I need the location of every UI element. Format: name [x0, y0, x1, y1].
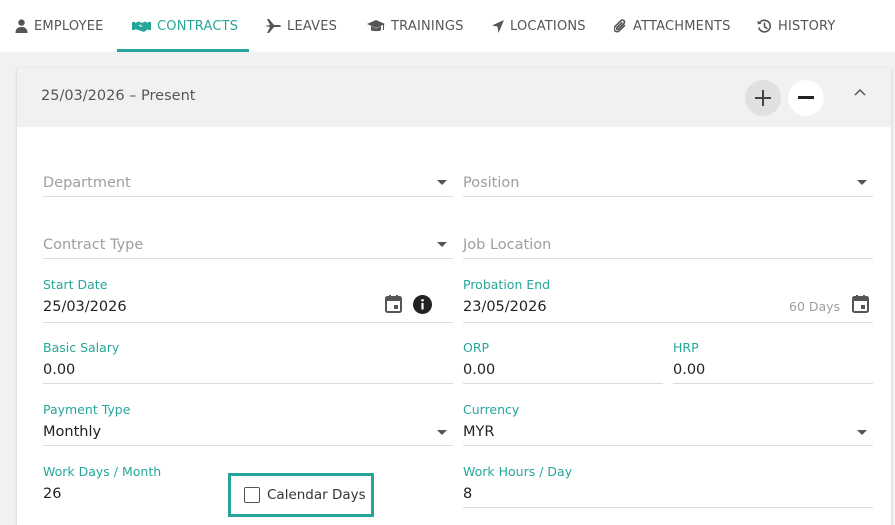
job-location-placeholder: Job Location [463, 237, 552, 253]
work-hours-underline [463, 507, 873, 508]
basic-salary-value: 0.00 [43, 362, 76, 378]
currency-caret-icon [857, 430, 867, 435]
checkbox-box[interactable] [244, 487, 260, 503]
tab-employee[interactable]: EMPLOYEE [15, 0, 104, 52]
position-placeholder: Position [463, 175, 520, 191]
contract-type-select[interactable]: Contract Type [43, 237, 453, 259]
contract-period: 25/03/2026 – Present [41, 88, 196, 104]
department-underline [43, 196, 453, 197]
handshake-icon [132, 21, 151, 32]
collapse-button[interactable] [850, 82, 870, 102]
tab-leaves-label: LEAVES [287, 18, 338, 34]
start-date-underline [43, 322, 453, 323]
tab-locations-label: LOCATIONS [510, 18, 586, 34]
work-hours-field[interactable]: Work Hours / Day 8 [463, 464, 873, 508]
department-select[interactable]: Department [43, 175, 453, 197]
tab-employee-label: EMPLOYEE [34, 18, 104, 34]
contract-card: 25/03/2026 – Present Department Position… [17, 68, 891, 525]
tab-attachments[interactable]: ATTACHMENTS [614, 0, 731, 52]
calendar-days-checkbox[interactable]: Calendar Days [228, 473, 374, 517]
probation-end-label: Probation End [463, 277, 551, 292]
probation-end-field[interactable]: Probation End 23/05/2026 60 Days [463, 277, 873, 323]
hrp-value: 0.00 [673, 362, 706, 378]
person-icon [15, 19, 28, 33]
remove-contract-button[interactable] [788, 80, 824, 116]
payment-type-select[interactable]: Payment Type Monthly [43, 402, 453, 446]
probation-end-value: 23/05/2026 [463, 299, 547, 315]
plus-icon [755, 90, 771, 106]
paperclip-icon [614, 18, 626, 32]
work-days-label: Work Days / Month [43, 464, 162, 479]
probation-days-badge: 60 Days [789, 299, 841, 314]
department-caret-icon [437, 180, 447, 185]
basic-salary-field[interactable]: Basic Salary 0.00 [43, 340, 453, 384]
tab-locations[interactable]: LOCATIONS [492, 0, 586, 52]
hrp-field[interactable]: HRP 0.00 [673, 340, 873, 384]
probation-end-underline [463, 322, 873, 323]
contract-type-underline [43, 258, 453, 259]
payment-type-value: Monthly [43, 424, 102, 440]
location-arrow-icon [492, 19, 504, 33]
contract-type-caret-icon [437, 242, 447, 247]
tab-trainings[interactable]: TRAININGS [367, 0, 464, 52]
orp-label: ORP [463, 340, 490, 355]
minus-icon [798, 96, 814, 99]
position-underline [463, 196, 873, 197]
tab-bar: EMPLOYEE CONTRACTS LEAVES TRAININGS LOCA… [0, 0, 895, 52]
basic-salary-underline [43, 383, 453, 384]
tab-history-label: HISTORY [778, 18, 836, 34]
job-location-underline [463, 258, 873, 259]
work-hours-value: 8 [463, 486, 473, 502]
hrp-underline [673, 383, 873, 384]
department-placeholder: Department [43, 175, 131, 191]
basic-salary-label: Basic Salary [43, 340, 120, 355]
tab-contracts-label: CONTRACTS [157, 18, 239, 34]
tab-history[interactable]: HISTORY [757, 0, 836, 52]
work-days-field[interactable]: Work Days / Month 26 [43, 464, 223, 508]
position-select[interactable]: Position [463, 175, 873, 197]
airplane-icon [265, 19, 281, 33]
work-hours-label: Work Hours / Day [463, 464, 573, 479]
work-days-value: 26 [43, 486, 62, 502]
payment-type-underline [43, 445, 453, 446]
chevron-up-icon [854, 88, 866, 96]
position-caret-icon [857, 180, 867, 185]
currency-select[interactable]: Currency MYR [463, 402, 873, 446]
start-date-value: 25/03/2026 [43, 299, 127, 315]
tab-attachments-label: ATTACHMENTS [633, 18, 731, 34]
currency-label: Currency [463, 402, 520, 417]
currency-underline [463, 445, 873, 446]
start-date-label: Start Date [43, 277, 108, 292]
start-date-field[interactable]: Start Date 25/03/2026 [43, 277, 453, 323]
currency-value: MYR [463, 424, 495, 440]
tab-leaves[interactable]: LEAVES [265, 0, 337, 52]
orp-field[interactable]: ORP 0.00 [463, 340, 663, 384]
contract-card-header[interactable]: 25/03/2026 – Present [17, 68, 891, 127]
calendar-icon[interactable] [852, 295, 869, 313]
job-location-input[interactable]: Job Location [463, 237, 873, 259]
calendar-icon[interactable] [385, 295, 402, 313]
orp-underline [463, 383, 663, 384]
tab-contracts[interactable]: CONTRACTS [132, 0, 238, 52]
contract-type-placeholder: Contract Type [43, 237, 144, 253]
active-tab-indicator [117, 49, 249, 52]
payment-type-caret-icon [437, 430, 447, 435]
payment-type-label: Payment Type [43, 402, 131, 417]
add-contract-button[interactable] [745, 80, 781, 116]
calendar-days-label: Calendar Days [267, 487, 366, 503]
graduation-cap-icon [367, 19, 385, 31]
tab-trainings-label: TRAININGS [391, 18, 464, 34]
info-icon[interactable] [413, 295, 432, 314]
hrp-label: HRP [673, 340, 699, 355]
history-icon [757, 18, 771, 33]
orp-value: 0.00 [463, 362, 496, 378]
